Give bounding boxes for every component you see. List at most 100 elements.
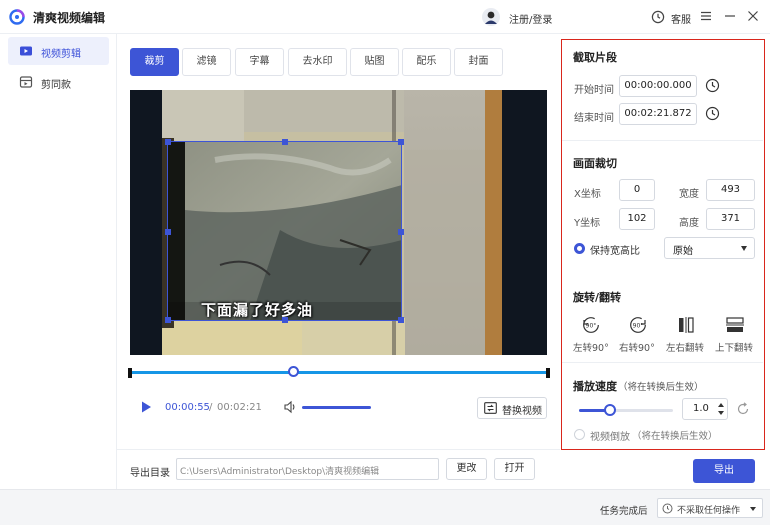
volume-icon[interactable] [283,400,297,414]
replace-video-label: 替换视频 [502,406,542,417]
clip-section-title: 截取片段 [573,51,617,64]
speed-section-title: 播放速度 [573,380,617,393]
x-coord-input[interactable]: 0 [619,179,655,201]
export-path-field[interactable]: C:\Users\Administrator\Desktop\清爽视频编辑 [176,458,439,480]
rotate-left-glyph: 90° [586,323,597,330]
start-time-label: 开始时间 [574,85,614,96]
end-time-input[interactable]: 00:02:21.872 [619,103,697,125]
stepper-down-icon[interactable] [718,411,724,415]
tab-sticker[interactable]: 贴图 [350,48,399,76]
speed-value: 1.0 [693,403,709,414]
x-coord-label: X坐标 [574,189,601,200]
clock-icon [662,503,673,514]
close-icon[interactable] [746,9,760,23]
tab-filter[interactable]: 滤镜 [182,48,231,76]
tab-cover[interactable]: 封面 [454,48,503,76]
start-time-input[interactable]: 00:00:00.000 [619,75,697,97]
timeline[interactable] [128,366,550,378]
divider [117,449,560,450]
set-start-time-icon[interactable] [705,78,720,93]
speed-slider-knob[interactable] [604,404,617,416]
open-dir-button[interactable]: 打开 [494,458,535,480]
tab-crop[interactable]: 裁剪 [130,48,179,76]
speed-note: （将在转换后生效） [618,382,704,393]
rotate-right-icon[interactable]: 90° [628,316,648,334]
after-task-value: 不采取任何操作 [677,506,741,516]
sidebar-item-label: 剪同款 [41,80,71,91]
menu-icon[interactable] [699,9,713,23]
crop-handle-top-right[interactable] [398,139,404,145]
login-link[interactable]: 注册/登录 [509,11,552,26]
tab-music[interactable]: 配乐 [402,48,451,76]
time-separator: / [209,402,213,413]
replace-video-button[interactable]: 替换视频 [477,397,547,419]
settings-panel: 截取片段 开始时间 00:00:00.000 结束时间 00:02:21.872… [561,39,765,450]
chevron-down-icon [741,246,747,251]
customer-service-label[interactable]: 客服 [671,11,691,26]
app-logo-icon [9,9,25,25]
y-coord-input[interactable]: 102 [619,208,655,230]
rotate-right-label[interactable]: 右转90° [619,340,655,354]
chevron-down-icon [750,507,756,511]
crop-handle-bottom-right[interactable] [398,317,404,323]
crop-handle-left[interactable] [165,229,171,235]
height-label: 高度 [679,218,699,229]
volume-slider[interactable] [302,406,371,409]
timeline-track[interactable] [128,371,550,374]
playhead-knob[interactable] [287,366,299,377]
crop-handle-top[interactable] [282,139,288,145]
template-icon [19,76,33,88]
rotate-section-title: 旋转/翻转 [573,291,622,304]
reverse-video-note: （将在转换后生效） [632,431,718,442]
current-time: 00:00:55 [165,402,210,413]
reverse-video-label: 视频倒放 [590,432,630,443]
after-task-select[interactable]: 不采取任何操作 [657,498,763,518]
crop-section-title: 画面裁切 [573,157,617,170]
rotate-left-icon[interactable]: 90° [581,316,601,334]
crop-selection-box[interactable] [165,139,404,323]
keep-ratio-radio[interactable] [574,243,585,254]
flip-horizontal-icon[interactable] [676,316,696,334]
tab-subtitle[interactable]: 字幕 [235,48,284,76]
aspect-ratio-value: 原始 [673,246,693,257]
crop-handle-bottom[interactable] [282,317,288,323]
flip-vertical-label[interactable]: 上下翻转 [715,340,753,354]
reverse-video-radio[interactable] [574,429,585,440]
play-icon[interactable] [139,400,153,414]
crop-handle-bottom-left[interactable] [165,317,171,323]
aspect-ratio-select[interactable]: 原始 [664,237,755,259]
sidebar: 视频剪辑 剪同款 [0,34,117,489]
minimize-icon[interactable] [723,9,737,23]
rotate-left-label[interactable]: 左转90° [573,340,609,354]
change-dir-button[interactable]: 更改 [446,458,487,480]
width-input[interactable]: 493 [706,179,755,201]
width-label: 宽度 [679,189,699,200]
export-button[interactable]: 导出 [693,459,755,483]
crop-handle-top-left[interactable] [165,139,171,145]
sidebar-item-same-style[interactable]: 剪同款 [8,68,109,96]
set-end-time-icon[interactable] [705,106,720,121]
speed-stepper[interactable]: 1.0 [682,398,728,420]
video-edit-icon [20,46,32,56]
total-time: 00:02:21 [217,402,262,413]
customer-service-icon[interactable] [651,10,665,24]
tab-remove-watermark[interactable]: 去水印 [288,48,347,76]
export-dir-label: 导出目录 [130,468,170,479]
after-task-label: 任务完成后 [600,506,648,517]
keep-ratio-label: 保持宽高比 [590,246,640,257]
clip-start-handle[interactable] [128,368,132,378]
title-bar: 清爽视频编辑 注册/登录 客服 [0,0,770,34]
crop-handle-right[interactable] [398,229,404,235]
clip-end-handle[interactable] [546,368,550,378]
sidebar-item-video-edit[interactable]: 视频剪辑 [8,37,109,65]
reset-speed-icon[interactable] [736,402,750,416]
height-input[interactable]: 371 [706,208,755,230]
user-avatar-icon[interactable] [482,8,500,26]
y-coord-label: Y坐标 [574,218,601,229]
replace-video-icon [484,402,497,414]
sidebar-item-label: 视频剪辑 [41,49,81,60]
flip-vertical-icon[interactable] [725,316,745,334]
flip-horizontal-label[interactable]: 左右翻转 [666,340,704,354]
speed-slider[interactable] [579,404,673,416]
stepper-up-icon[interactable] [718,403,724,407]
